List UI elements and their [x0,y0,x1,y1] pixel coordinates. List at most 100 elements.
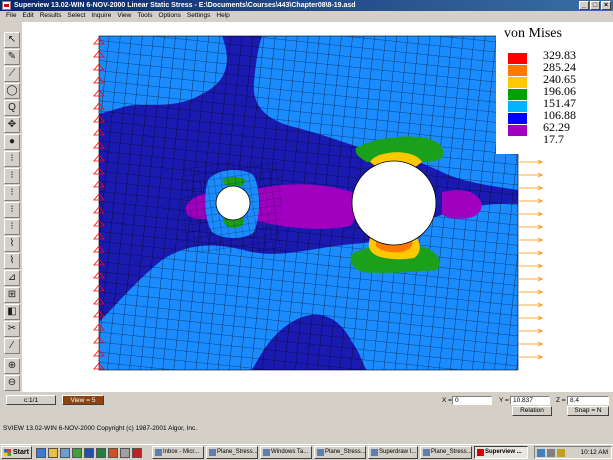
tool-palette: ↖✎⟋◯Q✥●⁝⁝⁝⁝⁝⌇⌇⊿⊞◧✂⁄⊕⊖⊙ [4,32,20,409]
probe-icon[interactable]: ⊿ [4,270,20,286]
minimize-button[interactable]: _ [579,1,589,10]
task-superview[interactable]: Superview ... [474,446,528,459]
legend-swatch-red [508,53,527,64]
superview-window: Superview 13.02-WIN 6-NOV-2000 Linear St… [0,0,613,460]
node-3-icon[interactable]: ⁝ [4,185,20,201]
paint-icon[interactable]: ⁄ [4,338,20,354]
load-arrow [519,211,543,217]
load-arrow [519,185,543,191]
select-icon[interactable]: ↖ [4,32,20,48]
load-arrows [519,159,543,360]
node-2-icon[interactable]: ⁝ [4,168,20,184]
cut-icon[interactable]: ✂ [4,321,20,337]
quicklaunch-acrobat-icon[interactable] [132,448,142,458]
load-arrow [519,198,543,204]
load-arrow [519,328,543,334]
taskbar: Start Inbox - Micr... Plane_Stress... Wi… [0,444,613,460]
quicklaunch-word-icon[interactable] [84,448,94,458]
node-5-icon[interactable]: ⁝ [4,219,20,235]
status-area: c:1/1 View = 5 X = 0 Y = 10.837 Z = 8.4 … [0,392,613,444]
task-windows-task[interactable]: Windows Ta... [260,446,312,459]
menu-options[interactable]: Options [156,11,184,21]
load-arrow [519,224,543,230]
load-arrow [519,276,543,282]
legend-swatch-green [508,89,527,100]
large-hole [351,160,437,246]
menu-tools[interactable]: Tools [134,11,155,21]
load-arrow [519,250,543,256]
menu-inquire[interactable]: Inquire [88,11,114,21]
mesh-2-icon[interactable]: ⌇ [4,253,20,269]
task-plane-stress-1[interactable]: Plane_Stress... [206,446,258,459]
clock: 10:12 AM [580,449,608,456]
app-icon [2,1,11,10]
quicklaunch-ppt-icon[interactable] [108,448,118,458]
tab-view[interactable]: View = 5 [62,395,104,405]
legend-swatch-yellow [508,77,527,88]
quicklaunch-outlook-icon[interactable] [48,448,58,458]
circle-icon[interactable]: ◯ [4,83,20,99]
node-4-icon[interactable]: ⁝ [4,202,20,218]
z-label: Z = [556,397,566,404]
task-inbox[interactable]: Inbox - Micr... [152,446,204,459]
outlook-icon [155,449,162,456]
tab-c-1-1[interactable]: c:1/1 [6,395,56,405]
mesh-1-icon[interactable]: ⌇ [4,236,20,252]
tray-antivirus-icon[interactable] [557,449,565,457]
legend-swatch-blue [508,113,527,124]
sphere-icon[interactable]: ● [4,134,20,150]
fill-icon[interactable]: ◧ [4,304,20,320]
load-arrow [519,159,543,165]
task-label: Superdraw I... [379,449,417,455]
quicklaunch-ie-icon[interactable] [36,448,46,458]
relation-button[interactable]: Relation [512,406,552,416]
menu-view[interactable]: View [114,11,134,21]
task-plane-stress-2[interactable]: Plane_Stress... [314,446,366,459]
tray-network-icon[interactable] [537,449,545,457]
document-icon [423,449,430,456]
tray-volume-icon[interactable] [547,449,555,457]
menu-bar: File Edit Results Select Inquire View To… [0,11,613,21]
task-manager-icon [263,449,270,456]
window-controls: _ □ × [579,1,611,10]
close-button[interactable]: × [601,1,611,10]
x-field[interactable]: 0 [452,396,492,405]
quicklaunch-desktop-icon[interactable] [60,448,70,458]
pan-icon[interactable]: ✥ [4,117,20,133]
load-arrow [519,315,543,321]
snap-button[interactable]: Snap = N [567,406,609,416]
system-tray: 10:12 AM [534,446,612,459]
menu-file[interactable]: File [3,11,19,21]
y-label: Y = [499,397,509,404]
zoom-out-icon[interactable]: ⊖ [4,375,20,391]
task-label: Plane_Stress... [325,449,366,455]
node-1-icon[interactable]: ⁝ [4,151,20,167]
load-arrow [519,289,543,295]
quicklaunch-excel-icon[interactable] [96,448,106,458]
quicklaunch-media-icon[interactable] [72,448,82,458]
menu-results[interactable]: Results [37,11,65,21]
legend-swatch-light-blue [508,101,527,112]
menu-edit[interactable]: Edit [19,11,36,21]
pencil-icon[interactable]: ✎ [4,49,20,65]
measure-icon[interactable]: ⟋ [4,66,20,82]
load-arrow [519,263,543,269]
task-superdraw[interactable]: Superdraw I... [368,446,418,459]
task-label: Inbox - Micr... [163,449,200,455]
menu-select[interactable]: Select [64,11,88,21]
task-plane-stress-3[interactable]: Plane_Stress... [420,446,472,459]
stress-legend: von Mises 329.83 285.24 240.65 196.06 15… [496,24,611,154]
z-field[interactable]: 8.4 [567,396,609,405]
zoom-in-icon[interactable]: ⊕ [4,358,20,374]
task-label: Windows Ta... [271,449,309,455]
model-viewport[interactable]: von Mises 329.83 285.24 240.65 196.06 15… [22,22,613,392]
grid-icon[interactable]: ⊞ [4,287,20,303]
quicklaunch-app-icon[interactable] [120,448,130,458]
superdraw-icon [371,449,378,456]
start-button[interactable]: Start [1,446,32,459]
maximize-button[interactable]: □ [590,1,600,10]
menu-settings[interactable]: Settings [184,11,214,21]
menu-help[interactable]: Help [213,11,232,21]
y-field[interactable]: 10.837 [510,396,550,405]
zoom-q-icon[interactable]: Q [4,100,20,116]
